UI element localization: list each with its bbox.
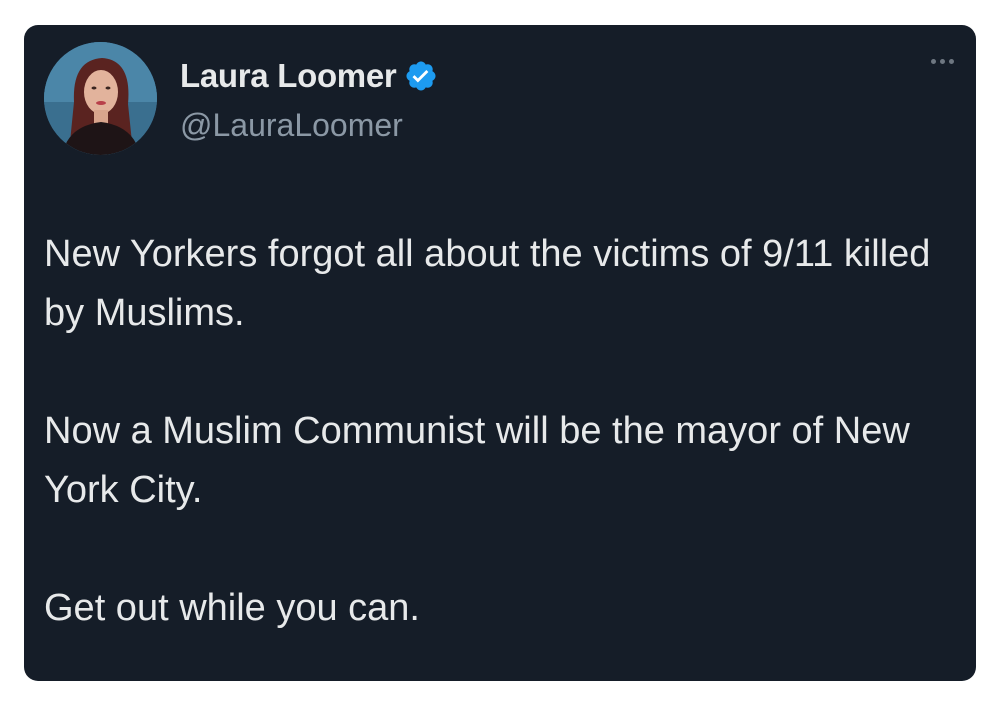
author-handle[interactable]: @LauraLoomer	[180, 107, 403, 144]
verified-badge-icon	[406, 61, 436, 91]
more-dot	[949, 59, 954, 64]
avatar-image	[44, 42, 157, 155]
more-options-icon[interactable]	[931, 59, 954, 64]
tweet-paragraph: New Yorkers forgot all about the victims…	[44, 233, 931, 334]
tweet-paragraph: Get out while you can.	[44, 587, 420, 629]
tweet-card: Laura Loomer @LauraLoomer New Yorkers fo…	[24, 25, 976, 681]
author-row: Laura Loomer	[180, 57, 438, 95]
tweet-paragraph: Now a Muslim Communist will be the mayor…	[44, 410, 910, 511]
more-dot	[931, 59, 936, 64]
author-name[interactable]: Laura Loomer	[180, 57, 397, 95]
tweet-text: New Yorkers forgot all about the victims…	[44, 225, 954, 638]
avatar[interactable]	[44, 42, 157, 155]
more-dot	[940, 59, 945, 64]
